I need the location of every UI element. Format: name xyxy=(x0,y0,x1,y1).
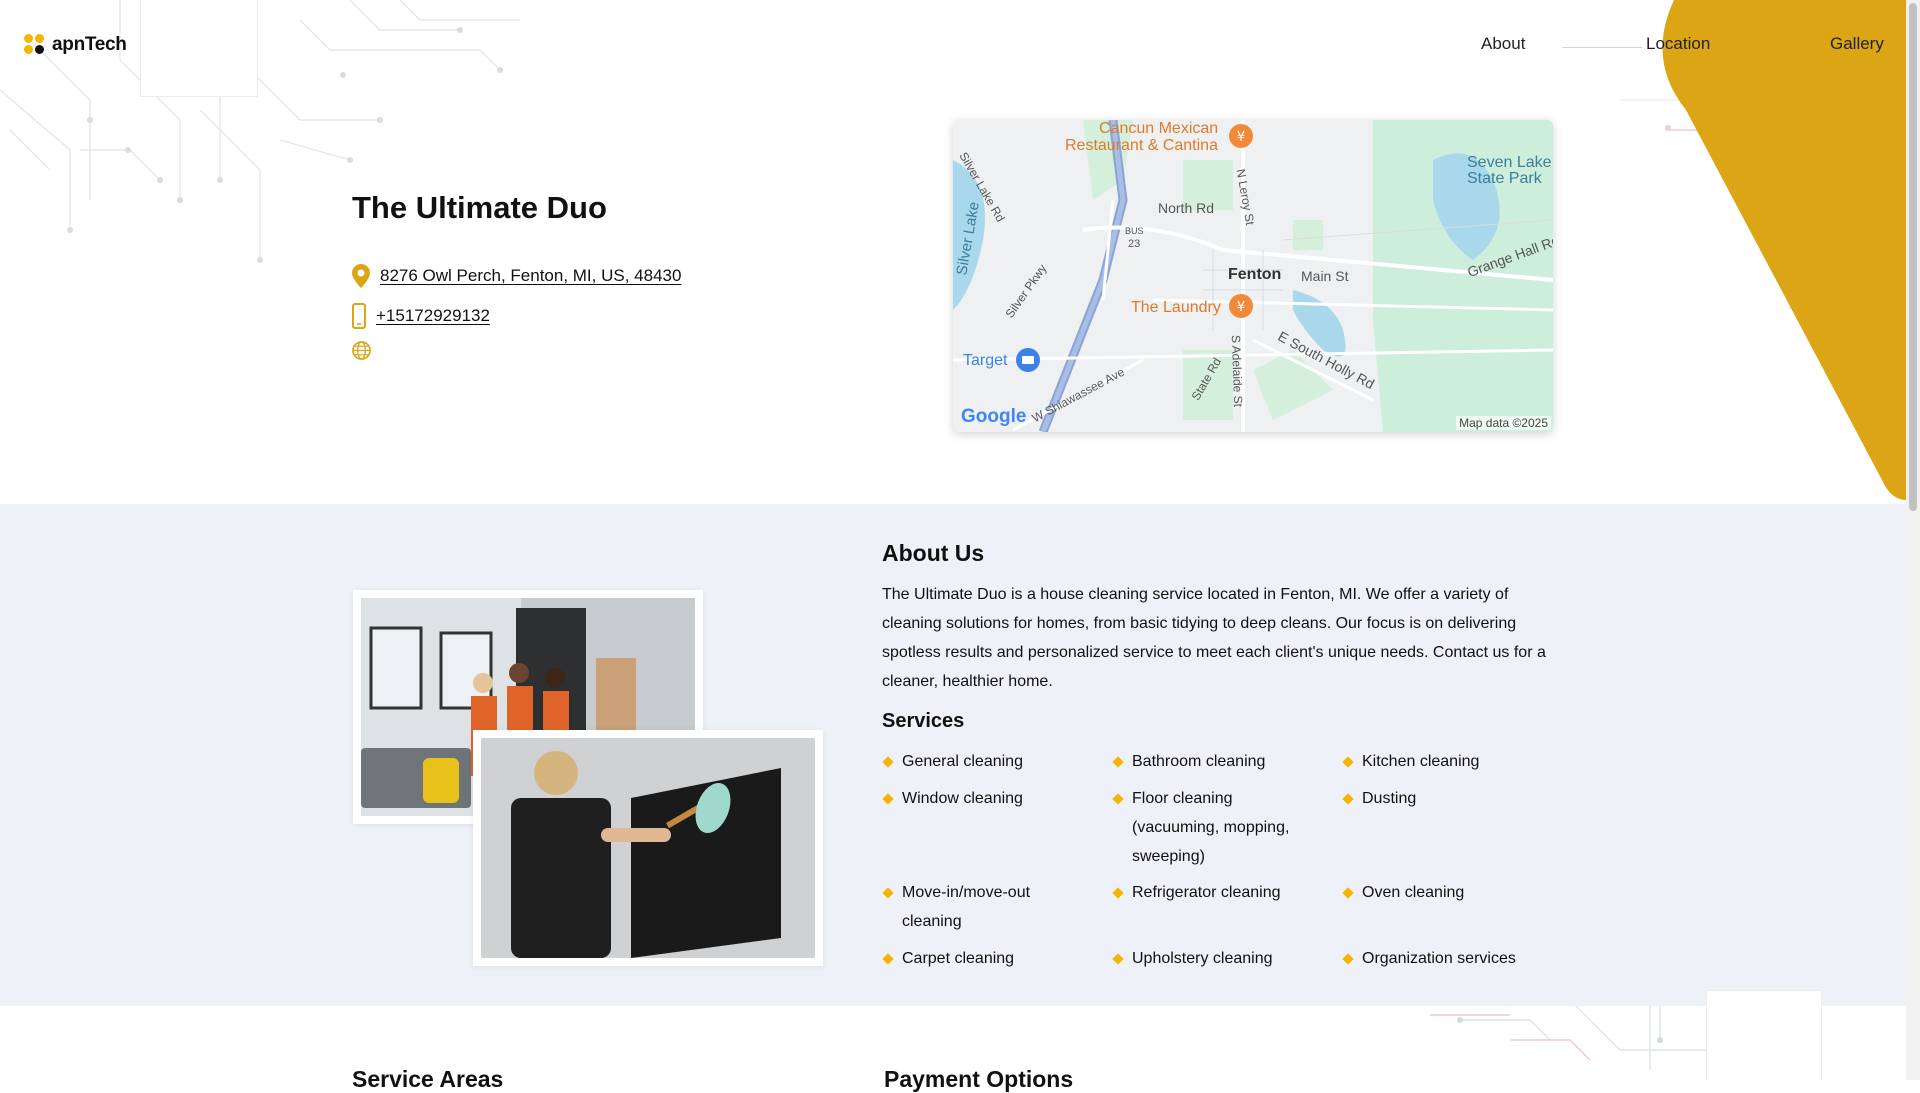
map-label-main-st: Main St xyxy=(1301,268,1349,284)
service-item: General cleaning xyxy=(882,747,1102,776)
services-title: Services xyxy=(882,710,965,732)
service-item: Carpet cleaning xyxy=(882,944,1102,973)
phone-icon xyxy=(352,303,366,329)
business-name: The Ultimate Duo xyxy=(352,190,607,225)
phone-row: +15172929132 xyxy=(352,303,490,329)
dusting-photo xyxy=(473,730,823,966)
service-item: Move-in/move-out cleaning xyxy=(882,878,1062,936)
map-label-north-rd: North Rd xyxy=(1158,200,1215,216)
brand-logo[interactable]: apnTech xyxy=(24,34,127,56)
logo-dots-icon xyxy=(24,34,48,56)
service-item: Oven cleaning xyxy=(1342,878,1562,907)
map-label-cancun-2: Restaurant & Cantina xyxy=(1065,137,1218,154)
globe-icon[interactable] xyxy=(352,341,371,360)
nav-location[interactable]: Location xyxy=(1646,34,1710,54)
map-label-laundry: The Laundry xyxy=(1131,299,1221,316)
map-label-bus: BUS xyxy=(1125,226,1144,236)
header-card xyxy=(140,0,258,97)
phone-link[interactable]: +15172929132 xyxy=(376,306,490,326)
service-item: Dusting xyxy=(1342,784,1562,813)
map-label-fenton: Fenton xyxy=(1228,266,1282,283)
scrollbar-thumb[interactable] xyxy=(1909,3,1917,511)
yellow-accent-shape xyxy=(1662,0,1906,500)
svg-text:¥: ¥ xyxy=(1237,130,1245,145)
map-label-target: Target xyxy=(963,352,1008,369)
nav-divider xyxy=(1562,47,1642,48)
service-item: Kitchen cleaning xyxy=(1342,747,1562,776)
address-row: 8276 Owl Perch, Fenton, MI, US, 48430 xyxy=(352,264,681,288)
map-pin-icon xyxy=(352,264,370,288)
brand-name: apnTech xyxy=(52,34,127,55)
map-label-cancun: Cancun Mexican xyxy=(1099,120,1219,137)
decorative-card xyxy=(1706,990,1822,1081)
nav-gallery[interactable]: Gallery xyxy=(1830,34,1884,54)
svg-text:¥: ¥ xyxy=(1237,300,1245,315)
location-map[interactable]: ¥ ¥ Cancun Mexican Restaurant & Cantina … xyxy=(953,120,1553,432)
google-logo: Google xyxy=(961,406,1027,427)
nav-about[interactable]: About xyxy=(1481,34,1525,54)
website-row xyxy=(352,341,371,360)
about-title: About Us xyxy=(882,540,985,566)
map-copyright: Map data ©2025 xyxy=(1456,416,1551,430)
map-label-state-park: State Park xyxy=(1467,170,1542,187)
address-link[interactable]: 8276 Owl Perch, Fenton, MI, US, 48430 xyxy=(380,266,681,286)
map-label-bus-23: 23 xyxy=(1128,238,1141,250)
dusting-photo-image xyxy=(481,738,815,958)
page-scrollbar[interactable] xyxy=(1906,0,1920,1080)
service-item: Bathroom cleaning xyxy=(1112,747,1332,776)
service-item: Refrigerator cleaning xyxy=(1112,878,1332,907)
service-item: Upholstery cleaning xyxy=(1112,944,1332,973)
about-text: The Ultimate Duo is a house cleaning ser… xyxy=(882,586,1546,690)
service-item: Window cleaning xyxy=(882,784,1102,813)
service-item: Floor cleaning (vacuuming, mopping, swee… xyxy=(1112,784,1302,871)
service-item: Organization services xyxy=(1342,944,1562,973)
map-label-s-adelaide: S Adelaide St xyxy=(1228,334,1246,408)
